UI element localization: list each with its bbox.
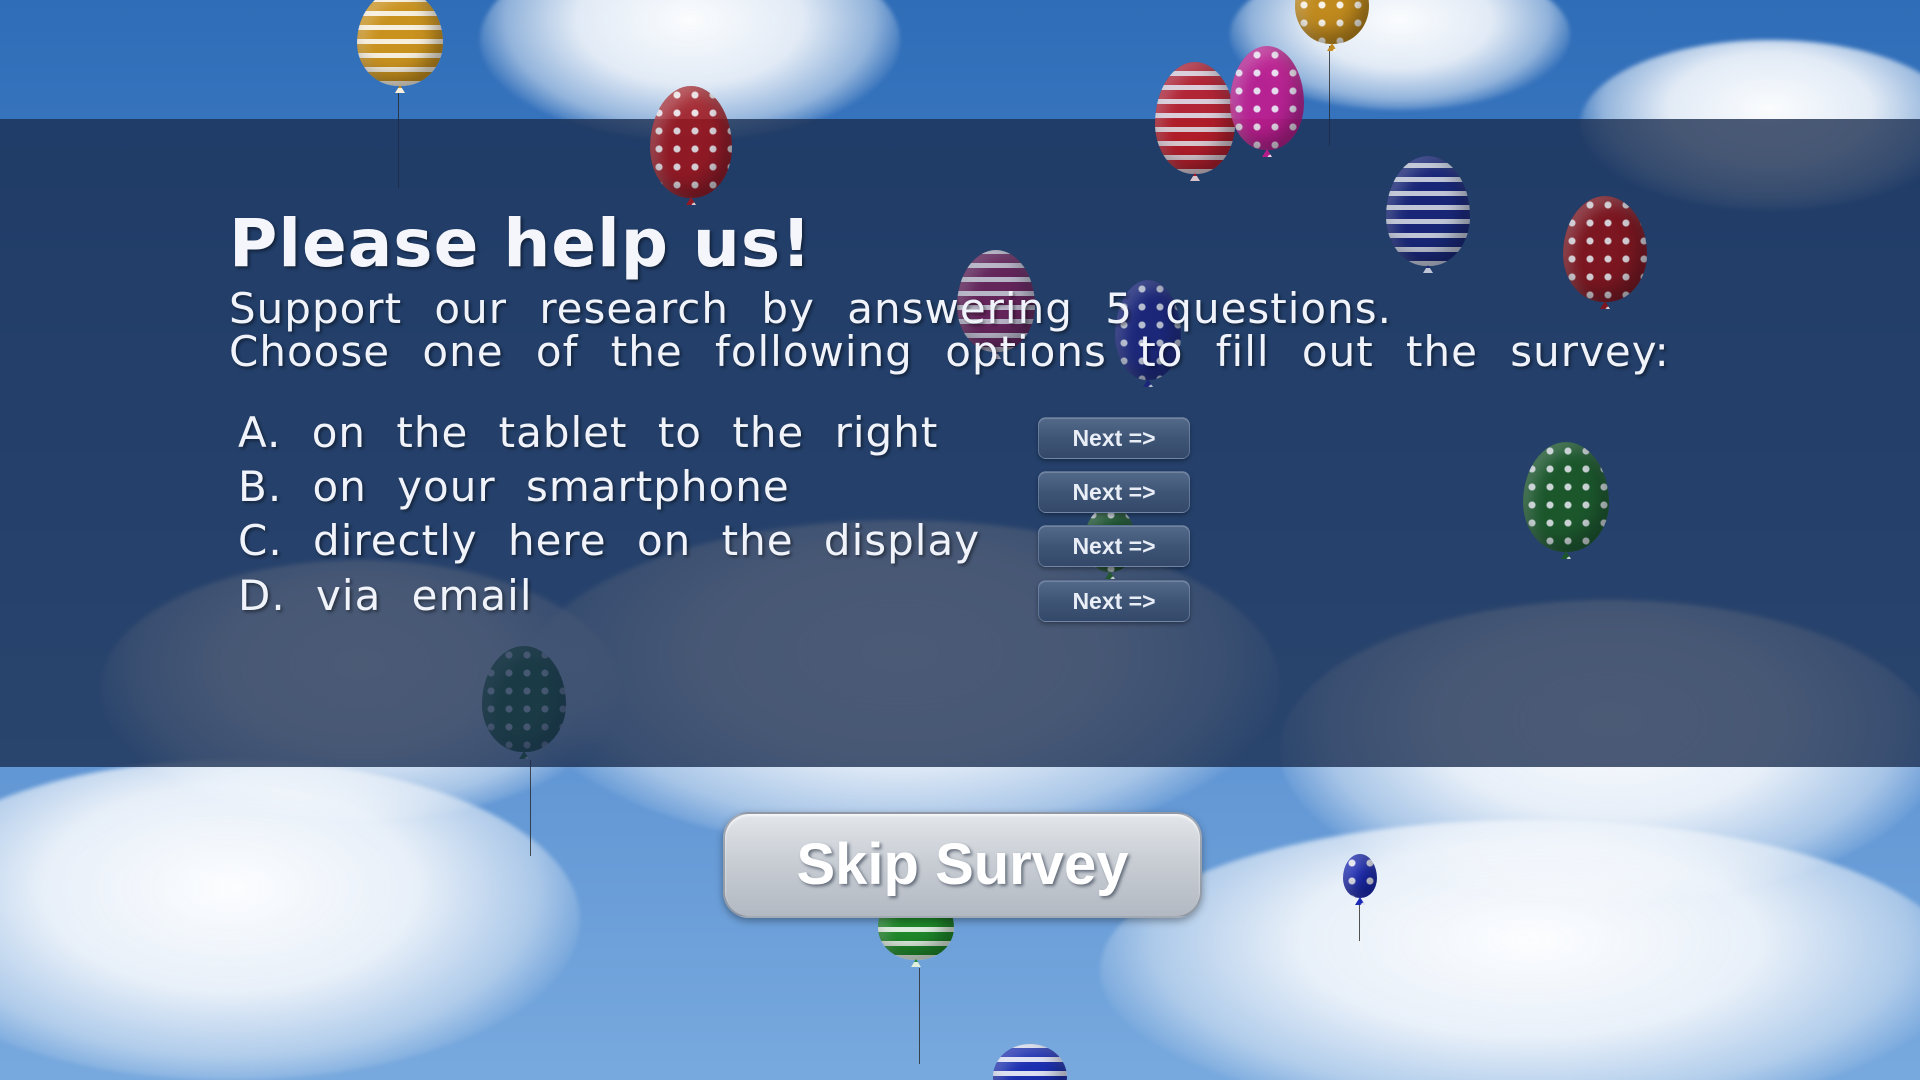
balloon xyxy=(1523,442,1609,552)
next-button-email[interactable]: Next => xyxy=(1038,580,1190,622)
balloon xyxy=(650,86,732,198)
balloon xyxy=(1230,46,1304,150)
subtitle-line-2: Choose one of the following options to f… xyxy=(229,327,1670,376)
skip-survey-button[interactable]: Skip Survey xyxy=(723,812,1202,918)
page-title: Please help us! xyxy=(229,205,813,282)
option-display-label: C. directly here on the display xyxy=(238,516,981,565)
next-button-display[interactable]: Next => xyxy=(1038,525,1190,567)
next-button-smartphone[interactable]: Next => xyxy=(1038,471,1190,513)
option-smartphone-label: B. on your smartphone xyxy=(238,462,790,511)
subtitle-line-1: Support our research by answering 5 ques… xyxy=(229,284,1392,333)
option-tablet-label: A. on the tablet to the right xyxy=(238,408,939,457)
next-button-tablet[interactable]: Next => xyxy=(1038,417,1190,459)
option-email-label: D. via email xyxy=(238,571,533,620)
balloon xyxy=(1563,196,1647,302)
balloon xyxy=(1155,62,1235,174)
balloon xyxy=(1386,156,1470,266)
